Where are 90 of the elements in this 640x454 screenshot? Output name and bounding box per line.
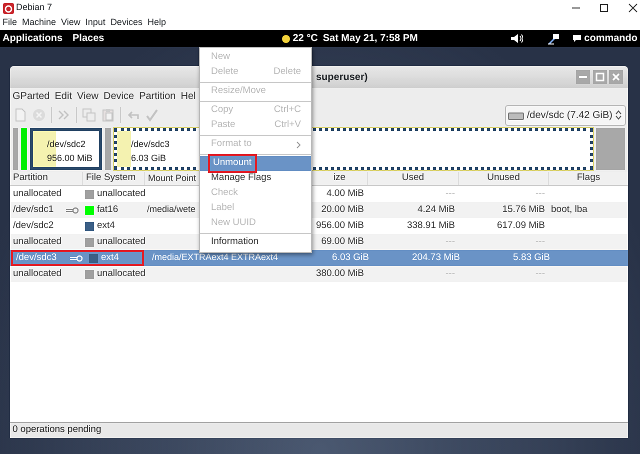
device-selector[interactable]: /dev/sdc (7.42 GiB) — [504, 104, 626, 126]
maximize-icon[interactable] — [599, 3, 609, 13]
filesystem-name: ext4 — [97, 218, 115, 233]
column-header[interactable]: Unused — [487, 171, 520, 186]
menu-item[interactable]: Input — [85, 16, 106, 30]
partition-name: unallocated — [13, 186, 62, 201]
filesystem-name: fat16 — [97, 202, 118, 217]
menu-item[interactable]: Partition — [139, 88, 176, 104]
top-bar-menu[interactable]: Places — [72, 31, 104, 46]
partition-label: /dev/sdc3 — [131, 138, 170, 151]
window-title: superuser) — [316, 70, 368, 84]
menu-item[interactable]: Manage Flags — [200, 171, 311, 186]
menu-item[interactable]: Help — [147, 16, 166, 30]
menu-item[interactable]: View — [61, 16, 80, 30]
table-cell-text: 617.09 MiB — [496, 218, 545, 233]
table-cell-text: 204.73 MiB — [412, 250, 460, 265]
menu-item[interactable]: View — [76, 88, 98, 104]
table-cell-text: /media/EXTRAext4 EXTRAext4 — [152, 251, 278, 264]
column-header[interactable]: ize — [333, 171, 346, 186]
filesystem-name: unallocated — [97, 266, 146, 281]
partition-segment[interactable]: /dev/sdc2 956.00 MiB — [30, 128, 102, 170]
shortcut: Delete — [274, 65, 301, 80]
menu-item[interactable]: Device — [103, 88, 134, 104]
drive-icon — [508, 110, 524, 120]
partition-name: /dev/sdc3 — [16, 250, 57, 265]
table-cell-text: /media/wete — [147, 203, 196, 216]
device-label: /dev/sdc (7.42 GiB) — [526, 108, 612, 122]
unallocated-segment[interactable] — [596, 128, 625, 170]
table-cell-text: 4.00 MiB — [326, 186, 364, 201]
table-cell-text: --- — [446, 266, 455, 281]
menu-item[interactable]: GParted — [12, 88, 50, 104]
user-name[interactable]: commando — [584, 31, 638, 46]
table-cell-text: 15.76 MiB — [502, 202, 545, 217]
menu-item[interactable]: File — [2, 16, 18, 30]
close-button[interactable] — [609, 70, 623, 84]
volume-icon[interactable] — [510, 33, 523, 44]
menu-item[interactable]: Edit — [54, 88, 72, 104]
table-cell-text: --- — [446, 186, 455, 201]
menu-item[interactable]: Hel — [180, 88, 196, 104]
partition-size: 6.03 GiB — [131, 152, 168, 165]
partition-name: /dev/sdc2 — [13, 218, 54, 233]
partition-name: unallocated — [13, 234, 62, 249]
table-cell-text: 956.00 MiB — [316, 218, 364, 233]
menu-item[interactable]: Machine — [22, 16, 56, 30]
close-icon[interactable] — [628, 3, 638, 13]
filesystem-name: ext4 — [101, 250, 119, 265]
table-row[interactable]: unallocated unallocated 380.00 MiB --- --- — [10, 266, 628, 282]
table-cell-text: 380.00 MiB — [316, 266, 364, 281]
clock[interactable]: Sat May 21, 7:58 PM — [322, 31, 418, 46]
spinner-arrows-icon — [615, 110, 622, 120]
menu-item[interactable]: Information — [200, 235, 311, 250]
column-header[interactable]: File System — [86, 171, 136, 186]
filesystem-name: unallocated — [97, 186, 146, 201]
table-cell-text: --- — [536, 266, 545, 281]
partition-name: unallocated — [13, 266, 62, 281]
table-cell-text: --- — [536, 234, 545, 249]
top-bar-menu[interactable]: Applications — [2, 31, 63, 46]
minimize-button[interactable] — [576, 70, 590, 84]
column-header[interactable]: Flags — [576, 171, 600, 186]
minimize-icon — [579, 76, 587, 78]
table-cell-text: 338.91 MiB — [406, 218, 455, 233]
window-title: Debian 7 — [16, 1, 52, 14]
chat-icon — [572, 34, 582, 43]
filesystem-name: unallocated — [97, 234, 146, 249]
table-cell-text: 69.00 MiB — [321, 234, 364, 249]
chevron-right-icon — [296, 140, 301, 148]
partition-label: /dev/sdc2 — [47, 138, 87, 151]
table-cell-text: --- — [536, 186, 545, 201]
sun-icon — [282, 34, 290, 42]
shortcut: Ctrl+C — [274, 103, 301, 118]
unallocated-segment[interactable] — [13, 128, 18, 170]
table-cell-text: 4.24 MiB — [418, 202, 455, 217]
partition-name: /dev/sdc1 — [13, 202, 54, 217]
partition-size: 956.00 MiB — [47, 152, 93, 165]
table-cell-text: 5.83 GiB — [513, 250, 550, 265]
partition-segment[interactable] — [21, 128, 27, 170]
column-header[interactable]: Mount Point — [148, 172, 196, 186]
table-cell-text: --- — [446, 234, 455, 249]
app-logo-icon — [2, 2, 14, 14]
table-cell-text: boot, lba — [551, 202, 588, 217]
column-header[interactable]: Used — [402, 171, 424, 186]
menu-item[interactable]: Devices — [110, 16, 142, 30]
column-header[interactable]: Partition — [13, 171, 48, 186]
network-icon[interactable] — [546, 32, 560, 44]
table-cell-text: 20.00 MiB — [321, 202, 364, 217]
weather-reading[interactable]: 22 °C — [292, 31, 318, 46]
unallocated-segment[interactable] — [105, 128, 111, 170]
maximize-button[interactable] — [592, 70, 606, 84]
table-cell-text: 6.03 GiB — [332, 250, 369, 265]
status-text: 0 operations pending — [12, 423, 102, 438]
